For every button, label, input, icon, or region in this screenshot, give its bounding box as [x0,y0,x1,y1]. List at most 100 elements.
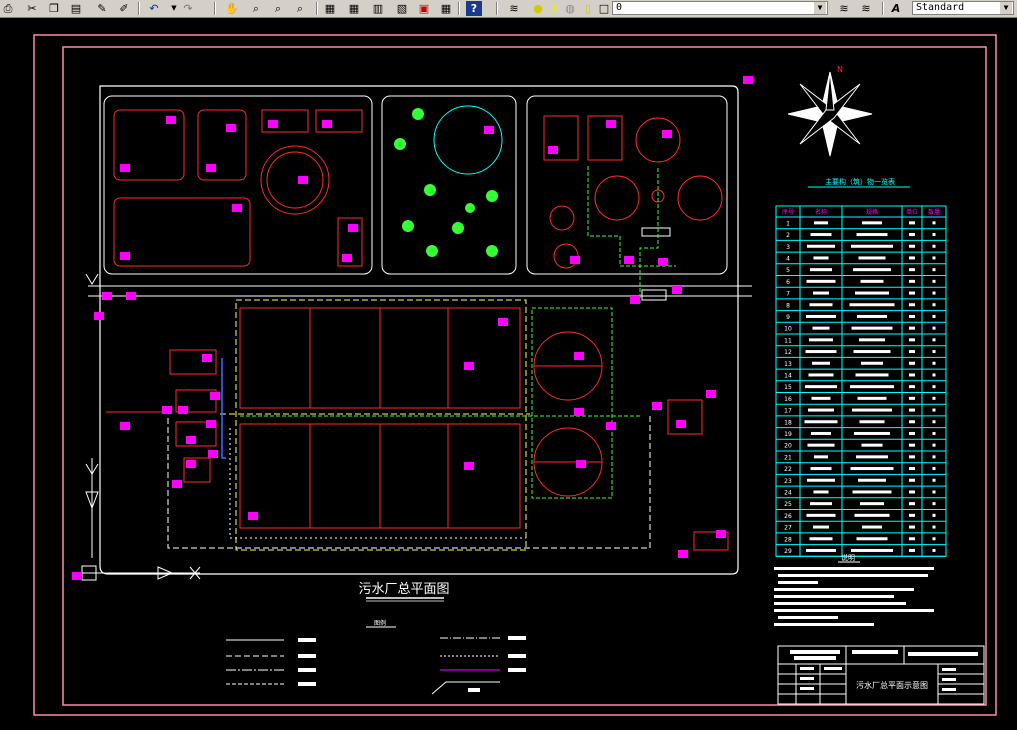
calculator-icon[interactable]: ▦ [438,1,454,16]
table-name-cell [807,443,835,447]
sheet-set-icon[interactable]: ▧ [394,1,410,16]
table-row-number: 1 [786,220,790,227]
bulb-icon[interactable]: ● [530,1,546,16]
table-spec-cell [855,291,889,295]
paste-icon[interactable]: ▤ [68,1,84,16]
table-spec-cell [849,303,895,307]
table-qty-cell [932,361,936,365]
match-properties-icon[interactable]: ✎ [94,1,110,16]
table-name-cell [809,303,833,307]
zoom-realtime-icon[interactable]: ⌕ [248,1,264,16]
lock-icon[interactable]: ▯ [580,1,596,16]
table-name-cell [806,279,836,283]
north-label: N [837,65,843,74]
layer-dropdown[interactable]: 0 ▼ [612,1,828,15]
table-qty-cell [932,455,936,459]
redo-icon[interactable]: ↷ [180,1,196,16]
print-icon[interactable]: ⎙ [0,1,16,16]
table-row-number: 24 [784,489,792,496]
table-name-cell [806,314,836,318]
pan-icon[interactable]: ✋ [224,1,240,16]
table-spec-cell [850,467,894,471]
table-spec-cell [858,256,886,260]
chevron-down-icon[interactable]: ▼ [1000,2,1012,14]
toolbar-separator [882,2,884,15]
table-qty-cell [932,373,936,377]
text-style-icon[interactable]: A [888,1,904,16]
table-row-number: 28 [784,536,792,543]
table-name-cell [808,373,834,377]
table-row-number: 10 [784,326,792,333]
table-unit-cell [909,408,915,412]
table-qty-cell [932,291,936,295]
chevron-down-icon[interactable]: ▼ [814,2,826,14]
make-current-layer-icon[interactable]: ≋ [836,1,852,16]
color-square-icon[interactable]: □ [596,1,612,16]
site-block [526,95,728,275]
table-header-cell: 规格 [866,208,878,216]
layer-dropdown-value: 0 [616,2,623,13]
text-style-dropdown[interactable]: Standard ▼ [912,1,1014,15]
table-spec-cell [856,233,888,237]
help-icon[interactable]: ? [466,1,482,16]
table-qty-cell [932,420,936,424]
tank-circle [266,151,324,209]
brush-icon[interactable]: ✐ [116,1,132,16]
table-spec-cell [858,478,886,482]
table-spec-cell [852,490,892,494]
drawing-title: 污水厂总平面图 [358,582,449,597]
table-name-cell [812,326,830,330]
table-row-number: 20 [784,443,792,450]
freeze-icon[interactable]: ◍ [562,1,578,16]
design-center-icon[interactable]: ▦ [346,1,362,16]
table-name-cell [813,525,829,529]
titleblock-name: 污水厂总平面示意图 [856,680,928,690]
copy-icon[interactable]: ❐ [46,1,62,16]
table-name-cell [813,256,829,260]
table-unit-cell [909,233,915,237]
cad-toolbar: ⎙ ✂ ❐ ▤ ✎ ✐ ↶ ▼ ↷ ✋ ⌕ ⌕ ⌕ ▦ ▦ ▥ ▧ ▣ ▦ ? … [0,0,1017,18]
table-row-number: 19 [784,431,792,438]
table-spec-cell [856,537,888,541]
gate-symbol [85,273,99,285]
layer-previous-icon[interactable]: ≋ [858,1,874,16]
table-name-cell [813,490,829,494]
table-spec-cell [857,314,887,318]
table-row-number: 15 [784,384,792,391]
table-spec-cell [851,548,893,552]
table-unit-cell [909,314,915,318]
table-qty-cell [932,408,936,412]
pipe-green [587,166,676,267]
undo-icon[interactable]: ↶ [146,1,162,16]
cut-icon[interactable]: ✂ [24,1,40,16]
building-outline [641,227,671,237]
table-name-cell [811,431,831,435]
table-name-cell [805,385,837,389]
table-row-number: 13 [784,361,792,368]
table-spec-cell [852,408,892,412]
drawing-canvas[interactable]: N 主要构（筑）物一览表 序号 名称 规格 单位 数量12345678910111213… [0,18,1017,730]
table-unit-cell [909,385,915,389]
toolbar-separator [214,2,216,15]
tank-circle [677,175,723,221]
table-row-number: 27 [784,525,792,532]
table-row-number: 12 [784,349,792,356]
markup-icon[interactable]: ▣ [416,1,432,16]
layer-manager-icon[interactable]: ≋ [506,1,522,16]
table-name-cell [811,396,831,400]
toolbar-separator [316,2,318,15]
zoom-previous-icon[interactable]: ⌕ [292,1,308,16]
tool-palettes-icon[interactable]: ▥ [370,1,386,16]
zoom-window-icon[interactable]: ⌕ [270,1,286,16]
table-unit-cell [909,548,915,552]
building-outline [667,399,703,435]
table-unit-cell [909,478,915,482]
pipe-white [229,428,526,539]
table-name-cell [804,420,838,424]
sun-icon[interactable]: ☀ [546,1,562,16]
table-unit-cell [909,490,915,494]
properties-icon[interactable]: ▦ [322,1,338,16]
table-spec-cell [855,373,889,377]
toolbar-separator [138,2,140,15]
table-name-cell [814,221,828,225]
